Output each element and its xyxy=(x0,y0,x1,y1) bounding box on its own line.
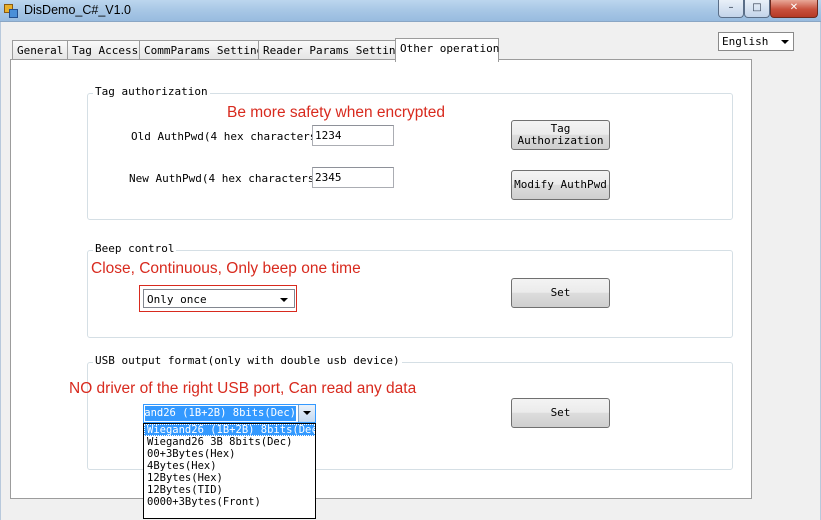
tag-authorization-button[interactable]: Tag Authorization xyxy=(511,120,610,150)
usb-format-option[interactable]: 12Bytes(TID) xyxy=(144,484,315,496)
usb-set-button[interactable]: Set xyxy=(511,398,610,428)
chevron-down-icon xyxy=(781,40,789,44)
chevron-down-icon xyxy=(303,411,311,415)
minimize-button[interactable]: – xyxy=(718,0,744,18)
title-bar: DisDemo_C#_V1.0 – □ ✕ xyxy=(0,0,821,22)
beep-annotation: Close, Continuous, Only beep one time xyxy=(91,260,361,277)
usb-format-option[interactable]: 0000+3Bytes(Front) xyxy=(144,496,315,508)
usb-format-option[interactable]: Wiegand26 (1B+2B) 8bits(Dec) xyxy=(144,424,315,436)
usb-format-select[interactable]: Wiegand26 (1B+2B) 8bits(Dec) xyxy=(143,404,316,423)
language-select-value: English xyxy=(722,35,769,48)
usb-format-option[interactable]: 12Bytes(Hex) xyxy=(144,472,315,484)
tab-other-operation[interactable]: Other operation xyxy=(395,38,499,62)
usb-format-dropdown-button[interactable] xyxy=(298,405,315,422)
close-button[interactable]: ✕ xyxy=(770,0,818,18)
language-select[interactable]: English xyxy=(718,32,794,51)
beep-mode-value: Only once xyxy=(147,293,207,306)
app-icon xyxy=(4,4,18,18)
new-authpwd-label: New AuthPwd(4 hex characters) xyxy=(129,172,322,185)
usb-format-option[interactable]: Wiegand26 3B 8bits(Dec) xyxy=(144,436,315,448)
tab-general[interactable]: General xyxy=(12,40,69,60)
usb-annotation: NO driver of the right USB port, Can rea… xyxy=(69,380,417,397)
usb-format-dropdown-list: Wiegand26 (1B+2B) 8bits(Dec) Wiegand26 3… xyxy=(143,423,316,519)
window-title: DisDemo_C#_V1.0 xyxy=(24,3,131,17)
tab-reader-params-setting[interactable]: Reader Params Setting xyxy=(258,40,408,60)
usb-format-value: Wiegand26 (1B+2B) 8bits(Dec) xyxy=(145,406,296,421)
beep-mode-select[interactable]: Only once xyxy=(143,289,295,308)
usb-format-option[interactable]: 00+3Bytes(Hex) xyxy=(144,448,315,460)
old-authpwd-label: Old AuthPwd(4 hex characters) xyxy=(131,130,324,143)
tag-authorization-legend: Tag authorization xyxy=(93,85,210,98)
tab-tag-access[interactable]: Tag Access xyxy=(67,40,144,60)
usb-format-option[interactable]: 4Bytes(Hex) xyxy=(144,460,315,472)
tab-commparams-setting[interactable]: CommParams Setting xyxy=(139,40,269,60)
new-authpwd-input[interactable]: 2345 xyxy=(312,167,394,188)
usb-output-legend: USB output format(only with double usb d… xyxy=(93,354,402,367)
maximize-button[interactable]: □ xyxy=(744,0,770,18)
old-authpwd-input[interactable]: 1234 xyxy=(312,125,394,146)
chevron-down-icon xyxy=(280,298,288,302)
beep-control-legend: Beep control xyxy=(93,242,177,255)
beep-set-button[interactable]: Set xyxy=(511,278,610,308)
modify-authpwd-button[interactable]: Modify AuthPwd xyxy=(511,170,610,200)
auth-annotation: Be more safety when encrypted xyxy=(227,104,445,121)
